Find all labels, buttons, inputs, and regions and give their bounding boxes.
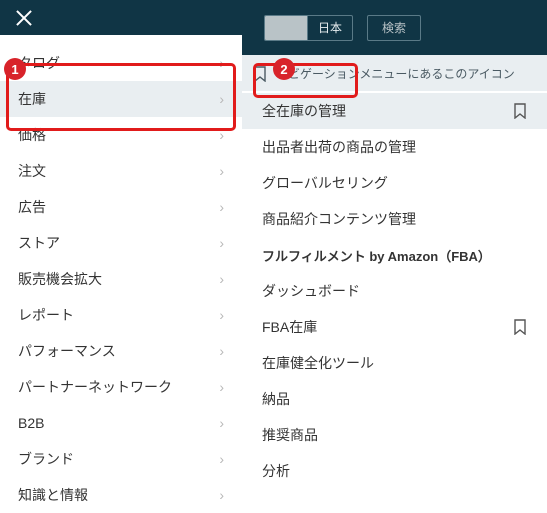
flag-icon xyxy=(265,16,307,40)
banner-text: ナビゲーションメニューにあるこのアイコン xyxy=(276,65,515,82)
sidebar-item-orders[interactable]: 注文 › xyxy=(0,153,242,189)
submenu-panel: 日本 検索 ナビゲーションメニューにあるこのアイコン 全在庫の管理 出品者出荷の… xyxy=(242,0,547,513)
submenu-item-shipments[interactable]: 納品 xyxy=(242,381,547,417)
submenu-item-label: 在庫健全化ツール xyxy=(262,353,374,373)
country-selector[interactable]: 日本 xyxy=(264,15,353,41)
chevron-right-icon: › xyxy=(219,128,224,142)
sidebar-menu: タログ › 在庫 › 価格 › 注文 › 広告 › ストア › xyxy=(0,35,242,513)
sidebar-item-performance[interactable]: パフォーマンス › xyxy=(0,333,242,369)
search-button[interactable]: 検索 xyxy=(367,15,421,41)
chevron-right-icon: › xyxy=(219,200,224,214)
submenu-heading-fba: フルフィルメント by Amazon（FBA） xyxy=(242,237,547,273)
sidebar-item-advertising[interactable]: 広告 › xyxy=(0,189,242,225)
sidebar-item-label: 在庫 xyxy=(18,89,46,109)
submenu-item-label: FBA在庫 xyxy=(262,317,317,337)
sidebar-item-label: 販売機会拡大 xyxy=(18,269,102,289)
chevron-right-icon: › xyxy=(219,272,224,286)
sidebar-item-label: 広告 xyxy=(18,197,46,217)
bookmark-icon[interactable] xyxy=(513,103,527,119)
header-bar: 日本 検索 xyxy=(242,0,547,55)
sidebar-item-inventory[interactable]: 在庫 › xyxy=(0,81,242,117)
submenu-item-analytics[interactable]: 分析 xyxy=(242,453,547,489)
sidebar-item-label: 知識と情報 xyxy=(18,485,88,505)
sidebar-item-growth[interactable]: 販売機会拡大 › xyxy=(0,261,242,297)
submenu-item-inventory-health[interactable]: 在庫健全化ツール xyxy=(242,345,547,381)
sidebar-item-reports[interactable]: レポート › xyxy=(0,297,242,333)
submenu-item-label: 納品 xyxy=(262,389,290,409)
sidebar-item-label: レポート xyxy=(18,305,74,325)
sidebar-item-learn[interactable]: 知識と情報 › xyxy=(0,477,242,513)
chevron-right-icon: › xyxy=(219,344,224,358)
submenu-item-manage-all-inventory[interactable]: 全在庫の管理 xyxy=(242,93,547,129)
submenu-heading-label: フルフィルメント by Amazon（FBA） xyxy=(262,246,491,265)
sidebar-header xyxy=(0,0,242,35)
bookmark-icon xyxy=(254,66,266,80)
sidebar-item-label: パートナーネットワーク xyxy=(18,377,172,397)
bookmark-icon[interactable] xyxy=(513,319,527,335)
submenu-item-label: 分析 xyxy=(262,461,290,481)
submenu-item-global-selling[interactable]: グローバルセリング xyxy=(242,165,547,201)
sidebar-item-label: 価格 xyxy=(18,125,46,145)
sidebar-item-label: パフォーマンス xyxy=(18,341,116,361)
app-root: タログ › 在庫 › 価格 › 注文 › 広告 › ストア › xyxy=(0,0,547,513)
submenu-item-label: グローバルセリング xyxy=(262,173,388,193)
close-icon[interactable] xyxy=(14,8,34,28)
chevron-right-icon: › xyxy=(219,92,224,106)
info-banner: ナビゲーションメニューにあるこのアイコン xyxy=(242,55,547,91)
submenu-item-recommendations[interactable]: 推奨商品 xyxy=(242,417,547,453)
chevron-right-icon: › xyxy=(219,488,224,502)
submenu-item-dashboard[interactable]: ダッシュボード xyxy=(242,273,547,309)
chevron-right-icon: › xyxy=(219,452,224,466)
sidebar-item-store[interactable]: ストア › xyxy=(0,225,242,261)
submenu-item-label: 全在庫の管理 xyxy=(262,101,346,121)
chevron-right-icon: › xyxy=(219,164,224,178)
submenu-list: 全在庫の管理 出品者出荷の商品の管理 グローバルセリング 商品紹介コンテンツ管理… xyxy=(242,91,547,513)
search-label: 検索 xyxy=(382,19,406,36)
sidebar-item-partner-network[interactable]: パートナーネットワーク › xyxy=(0,369,242,405)
chevron-right-icon: › xyxy=(219,380,224,394)
sidebar-item-label: タログ xyxy=(18,53,60,73)
sidebar-item-label: 注文 xyxy=(18,161,46,181)
country-label: 日本 xyxy=(308,19,352,36)
sidebar-item-label: ブランド xyxy=(18,449,74,469)
chevron-right-icon: › xyxy=(219,308,224,322)
submenu-item-fba-inventory[interactable]: FBA在庫 xyxy=(242,309,547,345)
submenu-item-label: ダッシュボード xyxy=(262,281,360,301)
chevron-right-icon: › xyxy=(219,236,224,250)
sidebar-item-label: B2B xyxy=(18,415,44,431)
submenu-item-label: 出品者出荷の商品の管理 xyxy=(262,137,416,157)
chevron-right-icon: › xyxy=(219,56,224,70)
submenu-item-label: 商品紹介コンテンツ管理 xyxy=(262,209,416,229)
chevron-right-icon: › xyxy=(219,416,224,430)
submenu-item-mfn[interactable]: 出品者出荷の商品の管理 xyxy=(242,129,547,165)
sidebar-item-brand[interactable]: ブランド › xyxy=(0,441,242,477)
sidebar-item-label: ストア xyxy=(18,233,60,253)
sidebar-item-catalog[interactable]: タログ › xyxy=(0,45,242,81)
submenu-item-label: 推奨商品 xyxy=(262,425,318,445)
sidebar: タログ › 在庫 › 価格 › 注文 › 広告 › ストア › xyxy=(0,0,242,513)
sidebar-item-pricing[interactable]: 価格 › xyxy=(0,117,242,153)
submenu-item-aplus[interactable]: 商品紹介コンテンツ管理 xyxy=(242,201,547,237)
sidebar-item-b2b[interactable]: B2B › xyxy=(0,405,242,441)
